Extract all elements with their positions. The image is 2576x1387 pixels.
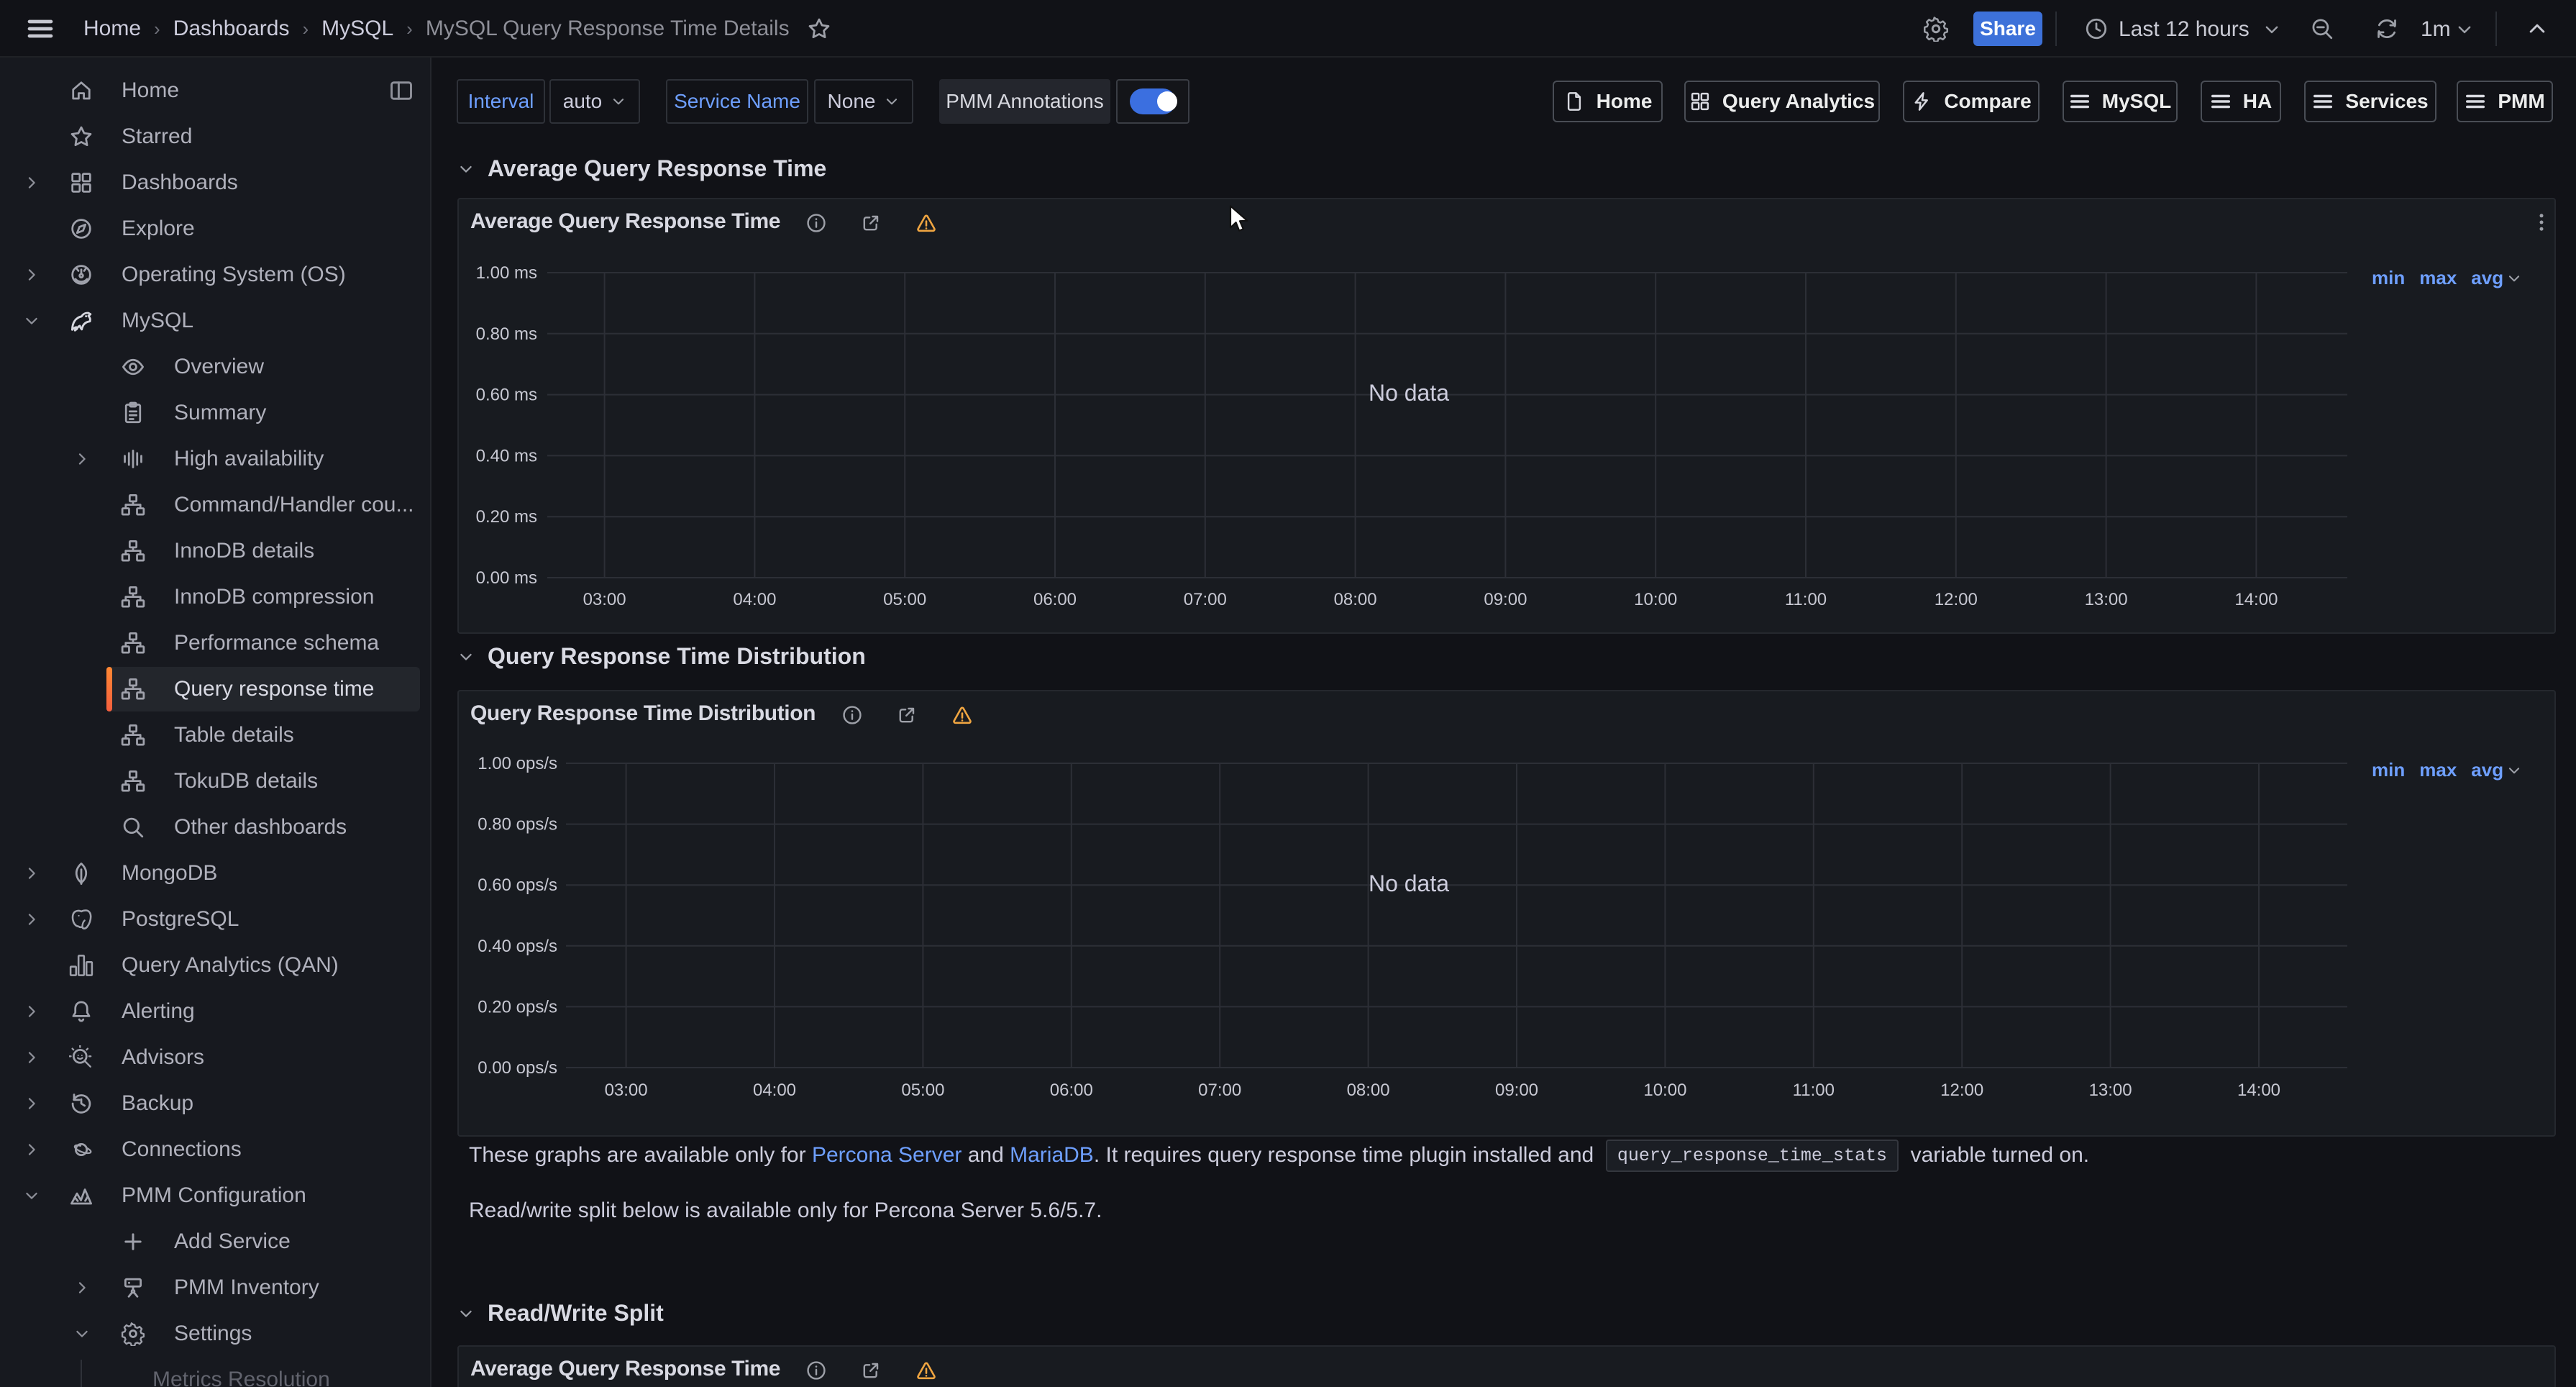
svg-text:09:00: 09:00 (1495, 1081, 1538, 1100)
svg-text:08:00: 08:00 (1347, 1081, 1390, 1100)
svg-text:0.60 ms: 0.60 ms (476, 386, 537, 405)
svg-text:12:00: 12:00 (1940, 1081, 1983, 1100)
svg-text:04:00: 04:00 (753, 1081, 796, 1100)
svg-text:0.80 ops/s: 0.80 ops/s (478, 815, 557, 835)
svg-text:11:00: 11:00 (1785, 590, 1827, 609)
svg-text:06:00: 06:00 (1033, 590, 1077, 609)
svg-text:14:00: 14:00 (2237, 1081, 2280, 1100)
svg-text:05:00: 05:00 (883, 590, 926, 609)
svg-text:10:00: 10:00 (1634, 590, 1677, 609)
svg-text:No data: No data (1369, 380, 1449, 406)
svg-text:14:00: 14:00 (2234, 590, 2278, 609)
svg-text:1.00 ms: 1.00 ms (476, 263, 537, 283)
svg-text:13:00: 13:00 (2085, 590, 2128, 609)
svg-text:07:00: 07:00 (1198, 1081, 1241, 1100)
svg-text:03:00: 03:00 (605, 1081, 648, 1100)
svg-text:10:00: 10:00 (1643, 1081, 1686, 1100)
svg-text:13:00: 13:00 (2089, 1081, 2132, 1100)
svg-text:04:00: 04:00 (733, 590, 776, 609)
svg-text:07:00: 07:00 (1184, 590, 1227, 609)
svg-text:0.00 ms: 0.00 ms (476, 568, 537, 588)
svg-text:12:00: 12:00 (1935, 590, 1978, 609)
svg-text:08:00: 08:00 (1334, 590, 1377, 609)
svg-text:0.40 ops/s: 0.40 ops/s (478, 937, 557, 956)
svg-text:0.00 ops/s: 0.00 ops/s (478, 1058, 557, 1078)
svg-text:06:00: 06:00 (1050, 1081, 1093, 1100)
svg-text:1.00 ops/s: 1.00 ops/s (478, 754, 557, 773)
svg-text:05:00: 05:00 (901, 1081, 944, 1100)
svg-text:0.20 ops/s: 0.20 ops/s (478, 997, 557, 1017)
svg-text:03:00: 03:00 (583, 590, 626, 609)
svg-text:0.60 ops/s: 0.60 ops/s (478, 876, 557, 895)
svg-text:11:00: 11:00 (1793, 1081, 1835, 1100)
svg-text:0.20 ms: 0.20 ms (476, 507, 537, 527)
svg-text:0.80 ms: 0.80 ms (476, 324, 537, 344)
svg-text:09:00: 09:00 (1484, 590, 1527, 609)
svg-text:No data: No data (1369, 870, 1449, 896)
svg-text:0.40 ms: 0.40 ms (476, 446, 537, 465)
